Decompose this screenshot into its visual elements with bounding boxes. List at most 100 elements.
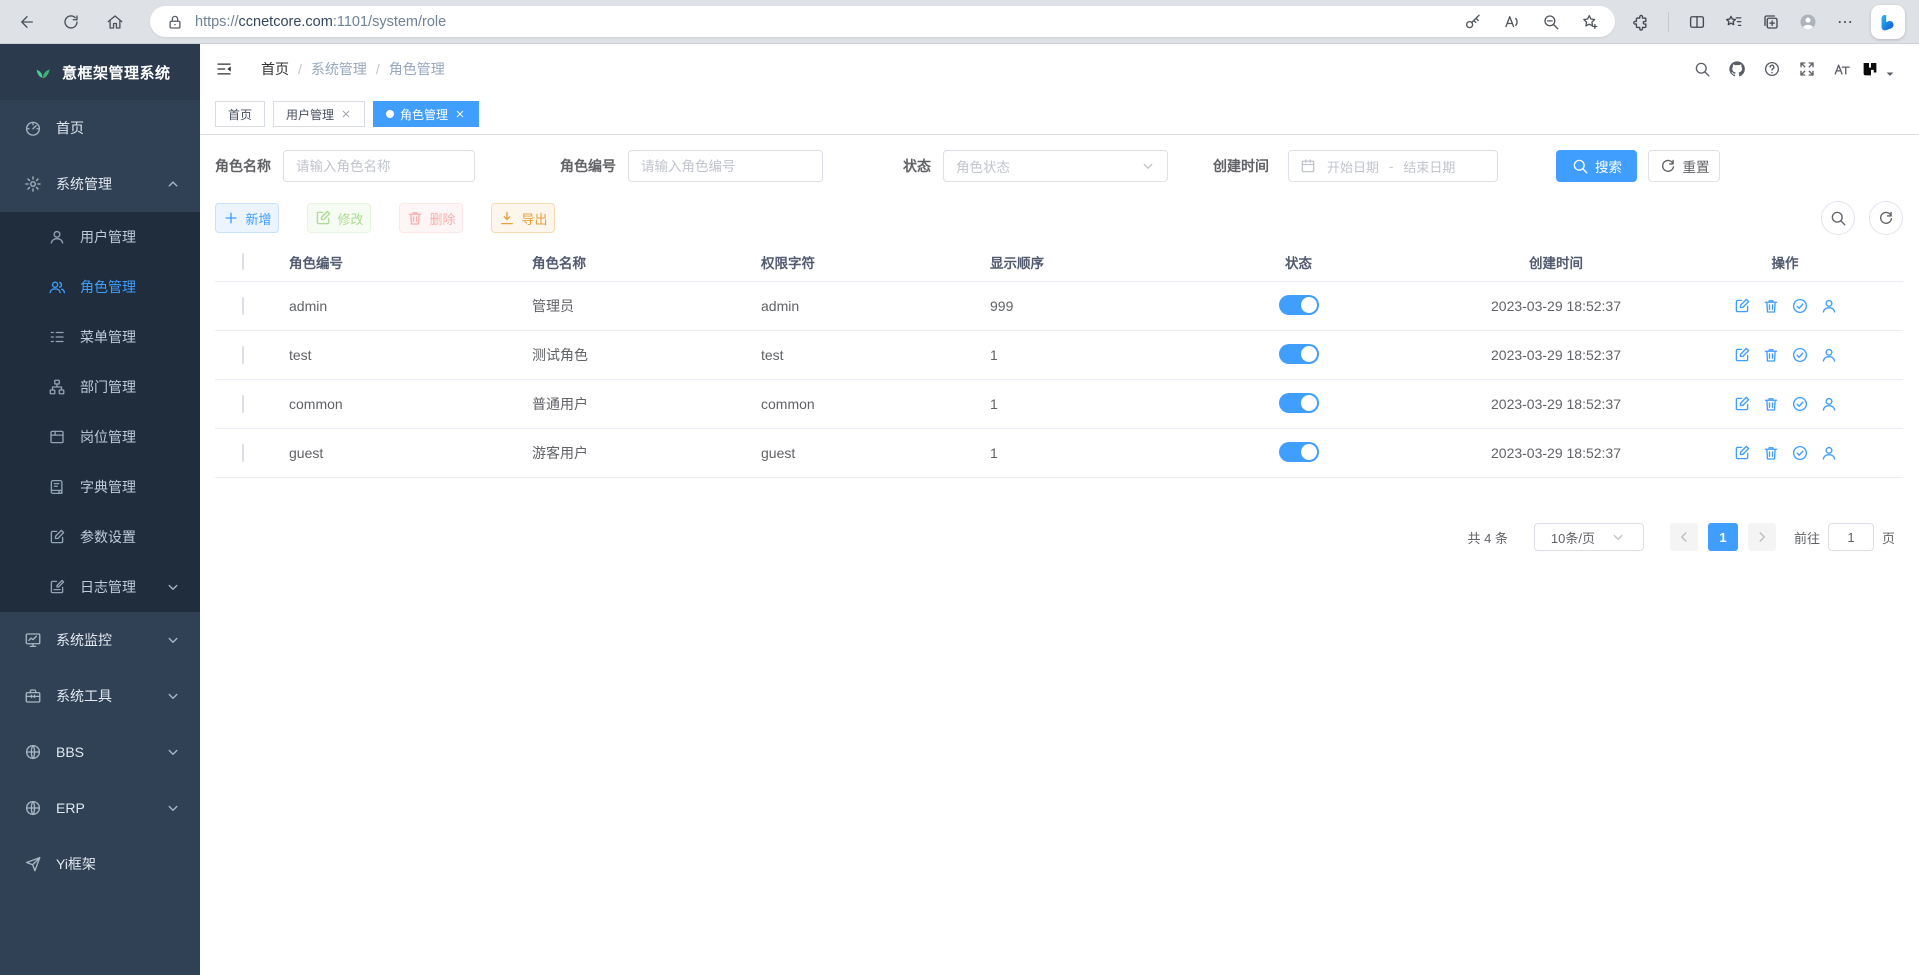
user-icon[interactable] xyxy=(1820,297,1838,315)
more-icon[interactable] xyxy=(1836,13,1854,31)
sidebar-item-home[interactable]: 首页 xyxy=(0,100,200,156)
search-button[interactable]: 搜索 xyxy=(1556,150,1637,182)
github-icon[interactable] xyxy=(1728,60,1746,78)
sidebar-item-post-mgmt[interactable]: 岗位管理 xyxy=(0,412,200,462)
export-button[interactable]: 导出 xyxy=(491,203,555,233)
status-toggle[interactable] xyxy=(1279,295,1319,315)
show-search-toggle-button[interactable] xyxy=(1821,201,1855,235)
status-toggle[interactable] xyxy=(1279,344,1319,364)
prev-page-button[interactable] xyxy=(1670,523,1698,551)
search-icon[interactable] xyxy=(1693,60,1711,78)
sidebar-item-param-settings[interactable]: 参数设置 xyxy=(0,512,200,562)
sidebar-item-label: 参数设置 xyxy=(80,527,136,547)
tab-user-mgmt[interactable]: 用户管理 xyxy=(273,101,365,127)
refresh-table-button[interactable] xyxy=(1869,201,1903,235)
goto-page-input[interactable] xyxy=(1828,523,1874,551)
role-code-input[interactable] xyxy=(628,150,823,182)
current-page-button[interactable]: 1 xyxy=(1708,523,1738,551)
back-icon[interactable] xyxy=(18,13,36,31)
date-range-picker[interactable]: 开始日期 - 结束日期 xyxy=(1288,150,1498,182)
edit-icon[interactable] xyxy=(1733,346,1751,364)
key-icon[interactable] xyxy=(1464,13,1482,31)
status-toggle[interactable] xyxy=(1279,442,1319,462)
select-all-checkbox[interactable] xyxy=(242,253,244,270)
delete-icon[interactable] xyxy=(1762,297,1780,315)
user-icon[interactable] xyxy=(1820,395,1838,413)
sidebar-item-system[interactable]: 系统管理 xyxy=(0,156,200,212)
read-aloud-icon[interactable] xyxy=(1503,13,1521,31)
user-icon xyxy=(48,228,66,246)
add-favorite-icon[interactable] xyxy=(1581,13,1599,31)
zoom-out-icon[interactable] xyxy=(1542,13,1560,31)
sidebar-item-role-mgmt[interactable]: 角色管理 xyxy=(0,262,200,312)
row-checkbox[interactable] xyxy=(242,297,244,315)
delete-button[interactable]: 删除 xyxy=(399,203,463,233)
page-size-select[interactable]: 10条/页 xyxy=(1534,523,1644,551)
reset-button[interactable]: 重置 xyxy=(1648,150,1720,182)
fold-icon[interactable] xyxy=(215,60,233,78)
sidebar-item-user-mgmt[interactable]: 用户管理 xyxy=(0,212,200,262)
question-icon[interactable] xyxy=(1763,60,1781,78)
delete-icon[interactable] xyxy=(1762,395,1780,413)
leaf-icon xyxy=(34,63,52,81)
check-circle-icon[interactable] xyxy=(1791,346,1809,364)
fullscreen-icon[interactable] xyxy=(1798,60,1816,78)
row-checkbox[interactable] xyxy=(242,444,244,462)
user-icon[interactable] xyxy=(1820,346,1838,364)
status-select[interactable]: 角色状态 xyxy=(943,150,1168,182)
home-icon[interactable] xyxy=(106,13,124,31)
close-icon[interactable] xyxy=(454,108,466,120)
delete-icon[interactable] xyxy=(1762,444,1780,462)
role-name-input[interactable] xyxy=(283,150,475,182)
breadcrumb-home[interactable]: 首页 xyxy=(261,59,289,79)
tab-role-mgmt[interactable]: 角色管理 xyxy=(373,101,479,127)
sidebar-item-dict-mgmt[interactable]: 字典管理 xyxy=(0,462,200,512)
split-screen-icon[interactable] xyxy=(1688,13,1706,31)
search-form: 角色名称 角色编号 状态 角色状态 创建时间 xyxy=(215,150,1903,182)
status-toggle[interactable] xyxy=(1279,393,1319,413)
lock-icon[interactable] xyxy=(166,13,184,31)
copilot-button[interactable] xyxy=(1871,5,1905,39)
yi-logo-icon[interactable] xyxy=(1861,60,1879,78)
extensions-icon[interactable] xyxy=(1631,13,1649,31)
tab-label: 首页 xyxy=(228,106,252,123)
edit-icon[interactable] xyxy=(1733,395,1751,413)
delete-icon[interactable] xyxy=(1762,346,1780,364)
app-logo[interactable]: 意框架管理系统 xyxy=(0,44,200,100)
sidebar-item-bbs[interactable]: BBS xyxy=(0,724,200,780)
browser-toolbar: https://ccnetcore.com:1101/system/role xyxy=(0,0,1919,44)
edit-button[interactable]: 修改 xyxy=(307,203,371,233)
add-button[interactable]: 新增 xyxy=(215,203,279,233)
sidebar-item-yi-framework[interactable]: Yi框架 xyxy=(0,836,200,892)
sidebar-item-tools[interactable]: 系统工具 xyxy=(0,668,200,724)
avatar-dropdown-caret[interactable] xyxy=(1881,65,1899,83)
user-icon[interactable] xyxy=(1820,444,1838,462)
close-icon[interactable] xyxy=(340,108,352,120)
user-avatar-logo[interactable] xyxy=(1861,60,1879,78)
tab-home[interactable]: 首页 xyxy=(215,101,265,127)
check-circle-icon[interactable] xyxy=(1791,444,1809,462)
favorites-icon[interactable] xyxy=(1725,13,1743,31)
edit-icon[interactable] xyxy=(1733,444,1751,462)
next-page-button[interactable] xyxy=(1748,523,1776,551)
check-circle-icon[interactable] xyxy=(1791,297,1809,315)
sidebar-item-dept-mgmt[interactable]: 部门管理 xyxy=(0,362,200,412)
profile-avatar-icon[interactable] xyxy=(1799,13,1817,31)
col-role-code: 角色编号 xyxy=(271,252,514,272)
refresh-icon[interactable] xyxy=(62,13,80,31)
edit-icon[interactable] xyxy=(1733,297,1751,315)
sidebar-item-menu-mgmt[interactable]: 菜单管理 xyxy=(0,312,200,362)
collections-icon[interactable] xyxy=(1762,13,1780,31)
row-checkbox[interactable] xyxy=(242,346,244,364)
sidebar-item-monitor[interactable]: 系统监控 xyxy=(0,612,200,668)
sidebar-item-erp[interactable]: ERP xyxy=(0,780,200,836)
sidebar-fold-button[interactable] xyxy=(215,60,233,78)
check-circle-icon[interactable] xyxy=(1791,395,1809,413)
cell-role-code: guest xyxy=(271,445,514,461)
address-bar[interactable]: https://ccnetcore.com:1101/system/role xyxy=(150,6,1615,37)
copilot-icon[interactable] xyxy=(1879,13,1897,31)
caret-down-icon[interactable] xyxy=(1881,65,1899,83)
row-checkbox[interactable] xyxy=(242,395,244,413)
sidebar-item-log-mgmt[interactable]: 日志管理 xyxy=(0,562,200,612)
font-size-icon[interactable] xyxy=(1833,60,1851,78)
